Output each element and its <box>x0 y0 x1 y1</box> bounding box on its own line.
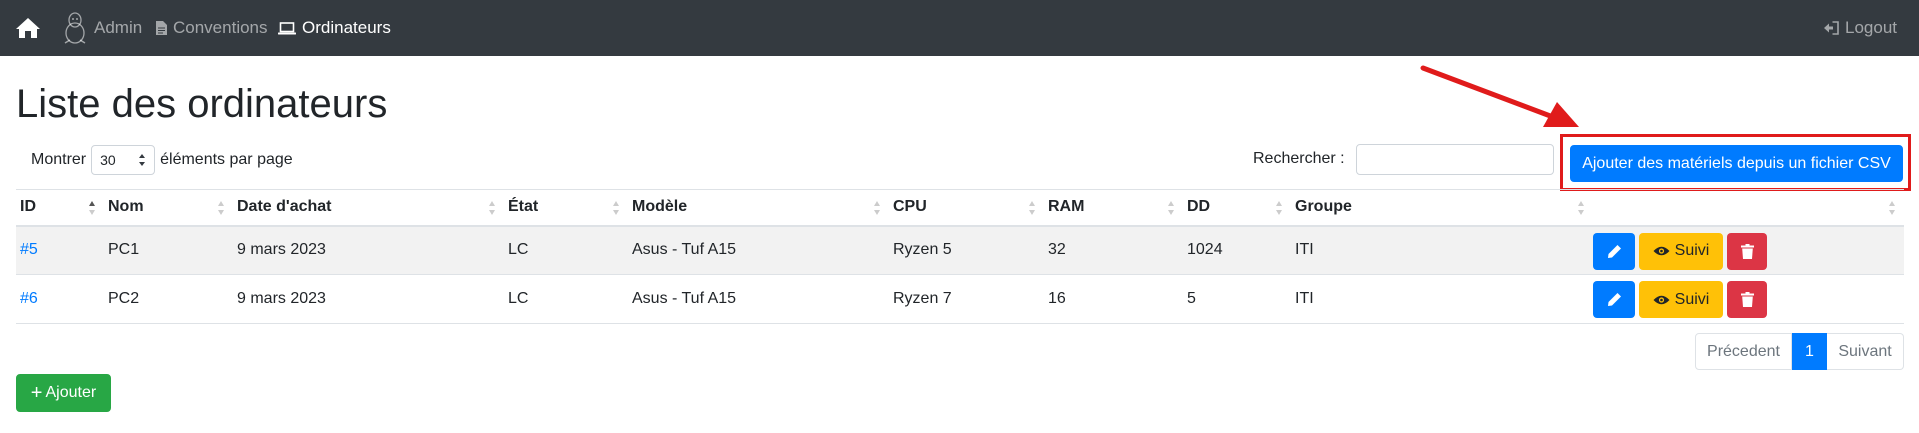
cell-etat: LC <box>504 274 628 324</box>
column-header-groupe[interactable]: Groupe <box>1291 189 1593 227</box>
suivi-button[interactable]: Suivi <box>1639 232 1723 270</box>
add-button-label: Ajouter <box>45 384 97 401</box>
sort-icon <box>1276 201 1282 215</box>
nav-link-ordinateurs[interactable]: Ordinateurs <box>278 0 391 56</box>
search-input[interactable] <box>1356 144 1554 175</box>
length-menu-suffix: éléments par page <box>160 151 293 168</box>
eye-icon <box>1653 295 1670 304</box>
cell-etat: LC <box>504 225 628 275</box>
cell-actions: Suivi <box>1593 225 1904 275</box>
cell-ram: 32 <box>1044 225 1183 275</box>
page-title: Liste des ordinateurs <box>16 82 388 126</box>
cell-cpu: Ryzen 7 <box>889 274 1044 324</box>
cell-id: #5 <box>16 225 104 275</box>
column-header-date-achat[interactable]: Date d'achat <box>233 189 504 227</box>
annotation-arrow <box>1420 65 1579 127</box>
laptop-icon <box>278 21 296 34</box>
suivi-label: Suivi <box>1674 290 1710 308</box>
column-header-nom[interactable]: Nom <box>104 189 233 227</box>
nav-link-ordinateurs-label: Ordinateurs <box>302 18 391 37</box>
cell-date-achat: 9 mars 2023 <box>233 225 504 275</box>
length-menu-prefix: Montrer <box>31 151 87 168</box>
delete-button[interactable] <box>1727 232 1767 270</box>
cell-modele: Asus - Tuf A15 <box>628 274 889 324</box>
length-menu: Montrer 30 éléments par page <box>31 144 293 176</box>
cell-modele: Asus - Tuf A15 <box>628 225 889 275</box>
suivi-label: Suivi <box>1674 242 1710 259</box>
cell-nom: PC2 <box>104 274 233 324</box>
computer-id-link[interactable]: #5 <box>20 241 38 258</box>
nav-link-admin[interactable]: Admin <box>62 0 142 56</box>
logout-link[interactable]: Logout <box>1824 0 1897 56</box>
row-actions: Suivi <box>1593 232 1767 270</box>
column-header-id[interactable]: ID <box>16 189 104 227</box>
column-header-actions[interactable] <box>1593 189 1904 227</box>
add-computer-button[interactable]: + Ajouter <box>16 374 111 412</box>
edit-button[interactable] <box>1593 281 1635 318</box>
eye-icon <box>1653 246 1670 256</box>
sort-ascending-icon <box>89 201 95 215</box>
sort-icon <box>1168 201 1174 215</box>
import-csv-button[interactable]: Ajouter des matériels depuis un fichier … <box>1570 145 1903 182</box>
nav-link-conventions[interactable]: Conventions <box>156 0 268 56</box>
nav-link-conventions-label: Conventions <box>173 18 268 37</box>
column-header-etat[interactable]: État <box>504 189 628 227</box>
file-icon <box>156 21 167 35</box>
pagination-previous[interactable]: Précedent <box>1695 333 1792 370</box>
navbar: Admin Conventions Ordinateurs Logout <box>0 0 1919 56</box>
cell-groupe: ITI <box>1291 225 1593 275</box>
trash-icon <box>1740 243 1754 259</box>
sort-icon <box>1029 201 1035 215</box>
logout-icon <box>1824 21 1839 35</box>
sort-icon <box>874 201 880 215</box>
nav-link-admin-label: Admin <box>94 18 143 37</box>
pagination-page-1[interactable]: 1 <box>1792 333 1827 370</box>
cell-actions: Suivi <box>1593 274 1904 324</box>
linux-icon <box>64 12 86 44</box>
suivi-button[interactable]: Suivi <box>1639 281 1723 318</box>
cell-cpu: Ryzen 5 <box>889 225 1044 275</box>
pencil-icon <box>1607 244 1621 258</box>
pencil-icon <box>1607 293 1621 306</box>
sort-icon <box>218 201 224 215</box>
trash-icon <box>1740 292 1754 307</box>
delete-button[interactable] <box>1727 281 1767 318</box>
column-header-cpu[interactable]: CPU <box>889 189 1044 227</box>
search-label: Rechercher : <box>1253 150 1345 167</box>
pagination: Précedent 1 Suivant <box>1695 333 1904 370</box>
cell-date-achat: 9 mars 2023 <box>233 274 504 324</box>
sort-icon <box>1578 201 1584 215</box>
cell-dd: 5 <box>1183 274 1291 324</box>
home-icon <box>16 18 40 38</box>
computers-table: ID Nom Date d'achat État Modèle CPU RAM … <box>16 189 1904 324</box>
table-row: #6 PC2 9 mars 2023 LC Asus - Tuf A15 Ryz… <box>16 274 1904 324</box>
cell-dd: 1024 <box>1183 225 1291 275</box>
page-length-select[interactable]: 30 <box>91 145 156 175</box>
plus-icon: + <box>30 382 43 404</box>
cell-nom: PC1 <box>104 225 233 275</box>
computer-id-link[interactable]: #6 <box>20 290 38 307</box>
select-arrows-icon <box>139 154 146 166</box>
logout-label: Logout <box>1845 18 1897 37</box>
pagination-next[interactable]: Suivant <box>1827 333 1904 370</box>
cell-groupe: ITI <box>1291 274 1593 324</box>
column-header-dd[interactable]: DD <box>1183 189 1291 227</box>
cell-id: #6 <box>16 274 104 324</box>
row-actions: Suivi <box>1593 281 1767 318</box>
sort-icon <box>1889 201 1895 215</box>
home-link[interactable] <box>14 14 42 42</box>
edit-button[interactable] <box>1593 232 1635 270</box>
sort-icon <box>489 201 495 215</box>
cell-ram: 16 <box>1044 274 1183 324</box>
table-row: #5 PC1 9 mars 2023 LC Asus - Tuf A15 Ryz… <box>16 225 1904 275</box>
column-header-modele[interactable]: Modèle <box>628 189 889 227</box>
table-header-row: ID Nom Date d'achat État Modèle CPU RAM … <box>16 189 1904 227</box>
sort-icon <box>613 201 619 215</box>
column-header-ram[interactable]: RAM <box>1044 189 1183 227</box>
page-length-value: 30 <box>100 152 116 168</box>
